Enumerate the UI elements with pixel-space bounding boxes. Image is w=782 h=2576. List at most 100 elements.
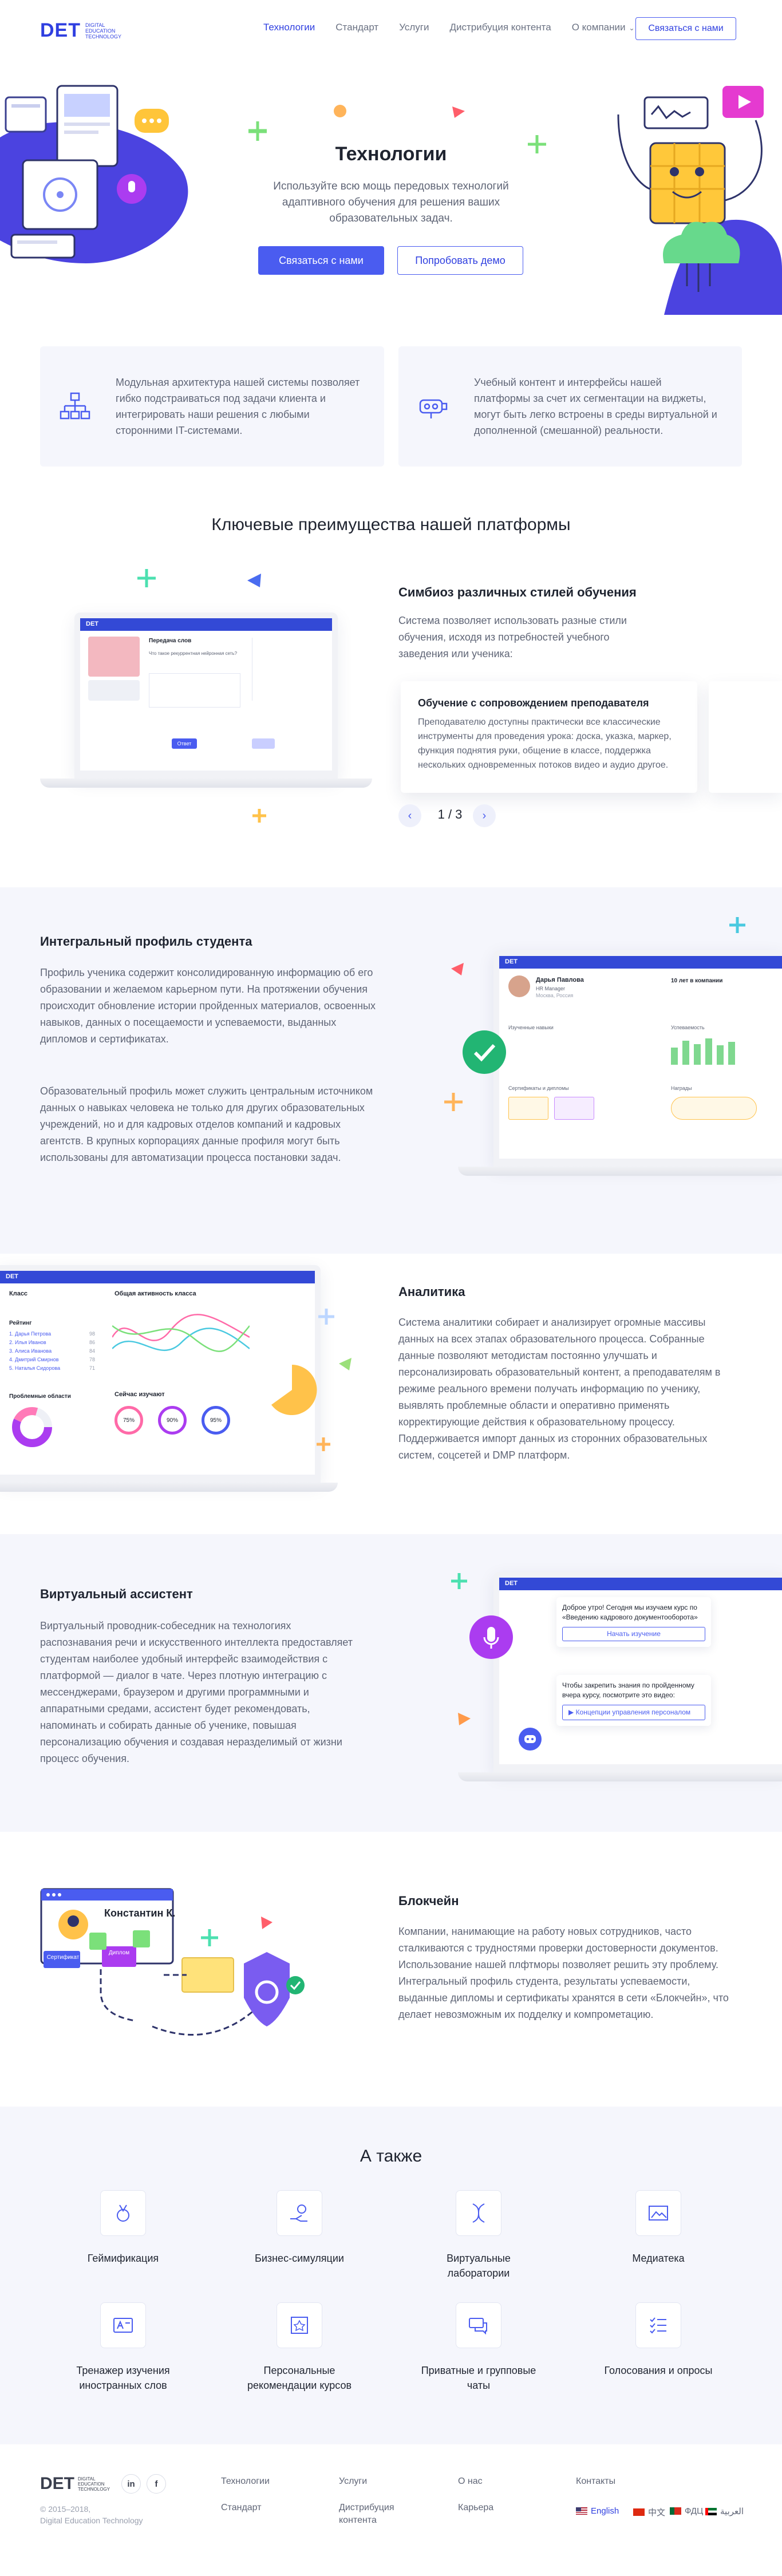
nav-item-about-label: О компании	[571, 22, 626, 33]
activity-label: Общая активность класса	[114, 1290, 196, 1297]
platform-mockup-profile: DET Дарья Павлова HR Manager Москва, Рос…	[493, 950, 782, 1167]
also-item-business-sim[interactable]: Бизнес-симуляции	[236, 2190, 362, 2266]
triangle-shape	[247, 574, 261, 587]
footer-link-services[interactable]: Услуги	[339, 2475, 367, 2488]
plus-shape	[451, 1573, 467, 1589]
mockup-appbar: DET	[499, 956, 782, 969]
class-panel: Класс Рейтинг 1. Дарья Петрова 2. Илья И…	[9, 1290, 95, 1462]
logo-tagline: Digital Education Technology	[85, 22, 122, 39]
circle-shape	[334, 105, 346, 117]
rating-score: 78	[89, 1357, 95, 1362]
contact-button[interactable]: Связаться с нами	[635, 17, 736, 40]
facebook-icon[interactable]: f	[147, 2474, 166, 2494]
nav-item-about[interactable]: О компании ⌄	[572, 22, 635, 33]
lang-portuguese[interactable]: ФДЦ	[670, 2506, 703, 2516]
microphone-icon[interactable]	[468, 1614, 514, 1660]
hero-contact-button[interactable]: Связаться с нами	[258, 246, 384, 275]
also-item-recommendations[interactable]: Персональные рекомендации курсов	[236, 2302, 362, 2393]
nav-item-services[interactable]: Услуги	[399, 22, 429, 33]
media-icon	[649, 2206, 668, 2221]
nav-item-distribution[interactable]: Дистрибуция контента	[450, 22, 551, 33]
assistant-text: Виртуальный проводник-собеседник на техн…	[40, 1620, 353, 1764]
also-item-word-trainer[interactable]: Тренажер изучения иностранных слов	[60, 2302, 186, 2393]
also-item-label: Медиатека	[632, 2253, 685, 2264]
slider-card-text: Преподавателю доступны практически все к…	[418, 717, 672, 770]
slider-card-next[interactable]	[709, 681, 782, 793]
laptop-base	[0, 1483, 338, 1492]
also-item-polls[interactable]: Голосования и опросы	[595, 2302, 721, 2378]
page-title: Технологии	[335, 143, 447, 165]
nav-item-standard[interactable]: Стандарт	[335, 22, 378, 33]
chat-icon	[469, 2318, 487, 2335]
also-item-label: Приватные и групповые чаты	[421, 2365, 536, 2391]
also-item-virtual-labs[interactable]: Виртуальные лаборатории	[416, 2190, 542, 2281]
triangle-shape	[458, 1713, 471, 1725]
plus-shape	[248, 121, 267, 140]
try-demo-button[interactable]: Попробовать демо	[397, 246, 523, 275]
footer-logo[interactable]: DET Digital Education Technology	[40, 2474, 118, 2494]
assistant-message-text: Доброе утро! Сегодня мы изучаем курс по …	[562, 1603, 698, 1621]
feature-text-vr: Учебный контент и интерфейсы нашей платф…	[474, 377, 717, 436]
also-item-chats[interactable]: Приватные и групповые чаты	[416, 2302, 542, 2393]
triangle-shape	[451, 963, 464, 975]
also-item-label: Тренажер изучения иностранных слов	[76, 2365, 170, 2391]
rating-name: 2. Илья Иванов	[9, 1340, 46, 1345]
start-course-button[interactable]: Начать изучение	[562, 1627, 705, 1641]
hero-illustration-left	[0, 85, 188, 263]
diploma-label: Диплом	[108, 1950, 130, 1956]
platform-mockup-learning: DET Передача слов Что такое рекуррентная…	[74, 613, 338, 779]
company-name: Digital Education Technology	[40, 2516, 143, 2525]
video-link-button[interactable]: ▶ Концепции управления персоналом	[562, 1705, 705, 1720]
laptop-base	[458, 1772, 782, 1781]
lang-arabic[interactable]: العربية	[705, 2506, 744, 2516]
also-item-icon-box	[456, 2302, 501, 2348]
logo[interactable]: DET Digital Education Technology	[40, 19, 131, 42]
problem-areas-label: Проблемные области	[9, 1393, 71, 1400]
hero-illustration-right	[617, 86, 782, 315]
footer-logo-tagline: Digital Education Technology	[78, 2476, 110, 2492]
footer-link-career[interactable]: Карьера	[458, 2502, 493, 2514]
also-item-media[interactable]: Медиатека	[595, 2190, 721, 2266]
slider-prev-button[interactable]: ‹	[398, 804, 421, 827]
footer-link-technologies[interactable]: Технологии	[221, 2475, 270, 2488]
video-link-label: Концепции управления персоналом	[575, 1708, 691, 1716]
also-item-label: Персональные рекомендации курсов	[247, 2365, 352, 2391]
uae-flag-icon	[705, 2507, 717, 2515]
rating-score: 71	[89, 1365, 95, 1371]
blockchain-heading: Блокчейн	[398, 1894, 459, 1908]
slider-next-button[interactable]: ›	[473, 804, 496, 827]
main-nav: Технологии Стандарт Услуги Дистрибуция к…	[263, 22, 635, 33]
progress-ring: 95%	[202, 1406, 230, 1435]
footer-link-contacts[interactable]: Контакты	[576, 2475, 615, 2488]
also-item-icon-box	[100, 2302, 146, 2348]
check-circle-icon	[463, 1030, 506, 1074]
also-item-icon-box	[277, 2190, 322, 2236]
also-item-label: Виртуальные лаборатории	[447, 2253, 511, 2279]
profile-city: Москва, Россия	[536, 993, 574, 998]
assistant-heading: Виртуальный ассистент	[40, 1587, 193, 1601]
linkedin-icon[interactable]: in	[121, 2474, 141, 2494]
plus-shape	[444, 1093, 463, 1111]
slider-card: Обучение с сопровождением преподавателя …	[401, 681, 697, 793]
footer-link-about[interactable]: О нас	[458, 2475, 483, 2488]
slider-pager: 1 / 3	[437, 807, 463, 821]
mockup-reply-button: Ответ	[172, 738, 197, 749]
analytics-text: Система аналитики собирает и анализирует…	[398, 1317, 721, 1461]
nav-item-technologies[interactable]: Технологии	[263, 22, 315, 33]
lang-chinese[interactable]: 中文	[633, 2506, 665, 2518]
lang-english[interactable]: English	[576, 2506, 619, 2516]
mockup-appbar: DET	[80, 618, 332, 631]
mockup-question: Что такое рекуррентная нейронная сеть?	[149, 651, 238, 656]
rating-name: 1. Дарья Петрова	[9, 1331, 52, 1337]
footer-link-standard[interactable]: Стандарт	[221, 2502, 262, 2514]
mockup-task-title: Передача слов	[149, 638, 192, 644]
cn-flag-icon	[633, 2508, 645, 2516]
blockchain-person-name: Константин К.	[104, 1907, 176, 1919]
pt-flag-icon	[670, 2507, 681, 2515]
footer-link-distribution[interactable]: Дистрибуция контента	[339, 2502, 413, 2527]
modules-icon	[60, 392, 90, 420]
also-item-label: Голосования и опросы	[604, 2365, 713, 2376]
advantages-heading: Симбиоз различных стилей обучения	[398, 585, 637, 599]
also-item-gamification[interactable]: Геймификация	[60, 2190, 186, 2266]
chevron-right-icon: ›	[482, 809, 487, 822]
